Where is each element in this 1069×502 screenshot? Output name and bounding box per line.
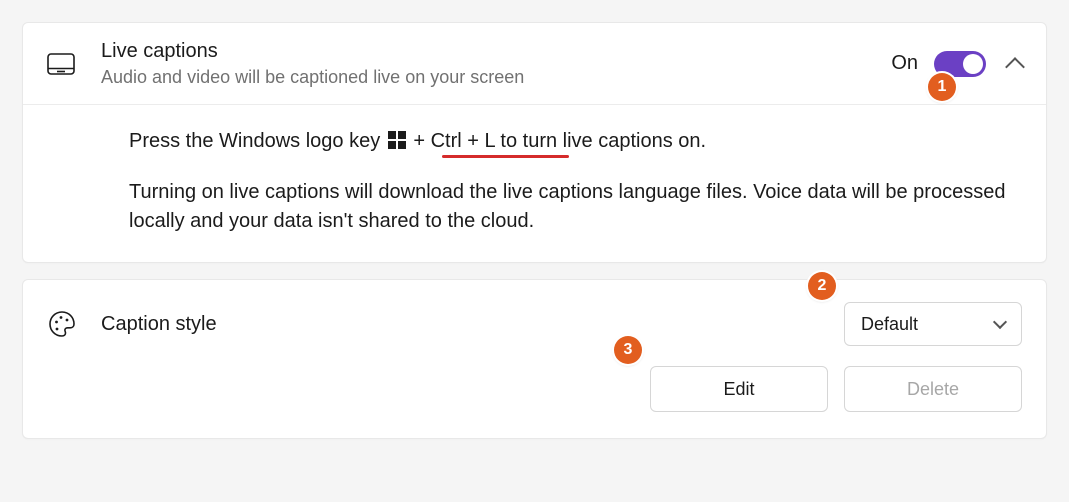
captions-icon	[47, 53, 87, 75]
live-captions-subtitle: Audio and video will be captioned live o…	[101, 67, 891, 88]
shortcut-suffix: to turn live captions on.	[495, 130, 706, 152]
annotation-badge-3: 3	[614, 336, 642, 364]
chevron-down-icon	[993, 315, 1007, 329]
delete-button: Delete	[844, 366, 1022, 412]
annotation-badge-2: 2	[808, 272, 836, 300]
live-captions-body: 1 Press the Windows logo key + Ctrl + L …	[23, 105, 1046, 262]
download-note: Turning on live captions will download t…	[129, 178, 1022, 236]
annotation-badge-1: 1	[928, 73, 956, 101]
annotation-underline	[442, 155, 569, 158]
windows-logo-icon	[388, 131, 406, 149]
toggle-state-label: On	[891, 52, 918, 75]
chevron-up-icon[interactable]	[1005, 57, 1025, 77]
caption-style-card: Caption style 2 Default 3 Edit Delete	[22, 279, 1047, 439]
caption-style-label: Caption style	[87, 313, 844, 336]
live-captions-card: Live captions Audio and video will be ca…	[22, 22, 1047, 263]
live-captions-header[interactable]: Live captions Audio and video will be ca…	[23, 23, 1046, 105]
caption-style-selected: Default	[861, 314, 918, 335]
shortcut-prefix: Press the Windows logo key	[129, 130, 386, 152]
shortcut-keys: + Ctrl + L	[408, 130, 495, 152]
delete-button-label: Delete	[907, 379, 959, 400]
edit-button[interactable]: Edit	[650, 366, 828, 412]
shortcut-text: Press the Windows logo key + Ctrl + L to…	[129, 127, 1022, 156]
edit-button-label: Edit	[723, 379, 754, 400]
palette-icon	[47, 309, 87, 339]
caption-style-select[interactable]: Default	[844, 302, 1022, 346]
live-captions-title: Live captions	[101, 39, 891, 63]
caption-style-row: Caption style 2 Default	[23, 280, 1046, 360]
